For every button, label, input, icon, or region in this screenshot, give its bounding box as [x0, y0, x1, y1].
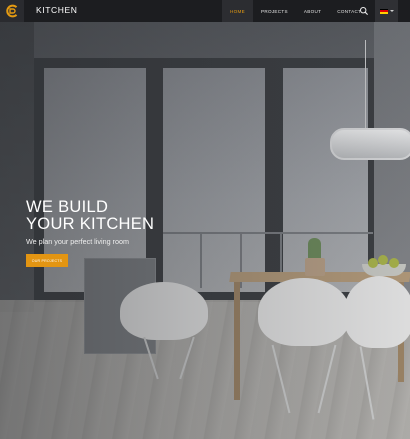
chevron-down-icon [389, 10, 394, 12]
c-logo-icon [6, 4, 18, 18]
our-projects-button[interactable]: OUR PROJECTS [26, 254, 68, 267]
flag-germany-icon [379, 8, 388, 14]
hero-title-line-2: YOUR KITCHEN [26, 215, 155, 233]
search-icon[interactable] [359, 6, 369, 16]
nav-item-about[interactable]: ABOUT [296, 0, 329, 22]
logo[interactable] [0, 0, 24, 22]
brand-name[interactable]: KITCHEN [36, 5, 78, 15]
hero-title: WE BUILD YOUR KITCHEN [26, 199, 154, 233]
hero-title-line-1: WE BUILD [26, 198, 109, 216]
top-navbar: KITCHEN HOME PROJECTS ABOUT CONTACT [0, 0, 410, 22]
nav-item-projects[interactable]: PROJECTS [253, 0, 296, 22]
main-nav: HOME PROJECTS ABOUT CONTACT [222, 0, 369, 22]
nav-item-home[interactable]: HOME [222, 0, 253, 22]
hero-subtitle: We plan your perfect living room [26, 237, 129, 246]
language-selector[interactable] [375, 0, 398, 22]
